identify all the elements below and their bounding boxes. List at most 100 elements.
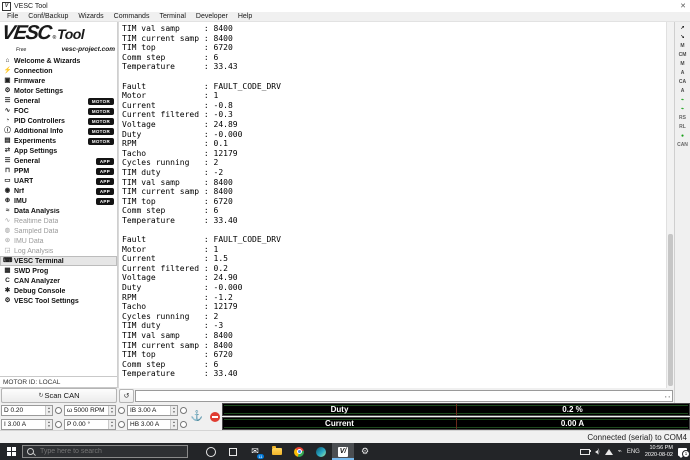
wifi-icon[interactable] [605,449,613,455]
value-spinbox[interactable]: IB 3.00 A ▲▼ [127,405,178,416]
sidebar-item[interactable]: ⇄ App Settings [0,146,117,156]
cortana-button[interactable] [200,443,222,460]
chrome-button[interactable] [288,443,310,460]
sidebar-item-label: Debug Console [14,288,65,295]
battery-icon[interactable] [580,449,590,455]
menu-item[interactable]: Wizards [73,13,108,20]
sidebar-item[interactable]: ⚙ Motor Settings [0,86,117,96]
toolbar-button[interactable]: ● [676,132,689,141]
spinner-arrows-icon[interactable]: ▲▼ [170,406,177,415]
mode-radio[interactable] [180,407,187,414]
sidebar-item[interactable]: ≈ Data Analysis [0,206,117,216]
terminal-line: Tacho : 12179 [122,302,664,312]
scan-can-button[interactable]: ↻ Scan CAN [1,388,117,403]
sidebar-item[interactable]: ⊛ IMU Data [0,236,117,246]
search-input[interactable] [38,447,183,456]
task-view-button[interactable] [222,443,244,460]
sidebar-item[interactable]: ▭ UART APP [0,176,117,186]
sidebar-item[interactable]: ☰ General MOTOR [0,96,117,106]
vesc-tool-taskbar-button[interactable]: V/ [332,443,354,460]
close-icon[interactable]: ✕ [680,2,686,10]
spinner-arrows-icon[interactable]: ▲▼ [170,420,177,429]
sidebar-item[interactable]: ⌂ Welcome & Wizards [0,56,117,66]
sidebar-item[interactable]: C CAN Analyzer [0,276,117,286]
taskbar-clock[interactable]: 10:56 PM 2020-08-02 [645,445,673,458]
anchor-icon[interactable]: ⚓ [190,406,204,428]
language-indicator[interactable]: ENG [627,449,640,455]
menu-item[interactable]: Terminal [154,13,190,20]
spinner-arrows-icon[interactable]: ▲▼ [108,406,115,415]
sidebar-item[interactable]: ☰ General APP [0,156,117,166]
terminal-line: TIM current samp : 8400 [122,341,664,351]
sidebar-item[interactable]: ▦ SWD Prog [0,266,117,276]
toolbar-button[interactable]: M [676,42,689,51]
value-spinbox[interactable]: HB 3.00 A ▲▼ [127,419,178,430]
sidebar-item[interactable]: ◍ Sampled Data [0,226,117,236]
sidebar-item-icon: ◔ [3,118,12,125]
mode-radio[interactable] [118,407,125,414]
speaker-icon[interactable]: ) [595,449,600,455]
menu-item[interactable]: Help [233,13,257,20]
terminal-line: Current filtered : 0.2 [122,264,664,274]
start-button[interactable] [0,443,22,460]
terminal-output[interactable]: TIM val samp : 8400TIM current samp : 84… [118,22,674,388]
toolbar-button[interactable]: M [676,60,689,69]
value-spinbox[interactable]: ω 5000 RPM ▲▼ [64,405,116,416]
sidebar-item[interactable]: ▣ Firmware [0,76,117,86]
sidebar-item[interactable]: ◉ Nrf APP [0,186,117,196]
sidebar-item[interactable]: ◲ Log Analysis [0,246,117,256]
sidebar-item[interactable]: ⊕ IMU APP [0,196,117,206]
mode-radio[interactable] [55,421,62,428]
toolbar-button[interactable]: A [676,69,689,78]
value-spinbox[interactable]: P 0.00 ° ▲▼ [64,419,116,430]
sidebar-item[interactable]: ⌨ VESC Terminal [0,256,117,266]
toolbar-button[interactable]: ↘ [676,33,689,42]
sidebar-item[interactable]: ∿ Realtime Data [0,216,117,226]
edge-button[interactable] [310,443,332,460]
menu-item[interactable]: Developer [191,13,233,20]
toolbar-button[interactable]: CAN [676,141,689,150]
file-explorer-button[interactable] [266,443,288,460]
stop-button[interactable] [208,406,222,428]
scrollbar-thumb[interactable] [668,234,673,386]
taskbar-search[interactable] [22,445,188,458]
sidebar-item[interactable]: ⊓ PPM APP [0,166,117,176]
terminal-scrollbar[interactable] [666,22,674,388]
toolbar-button[interactable]: ↗ [676,24,689,33]
toolbar-button[interactable]: ⌁ [676,96,689,105]
serial-icon[interactable]: ⌁ [618,448,622,455]
mode-radio[interactable] [180,421,187,428]
notification-icon[interactable]: 1 [678,448,687,456]
spinner-arrows-icon[interactable]: ▲▼ [108,420,115,429]
menu-item[interactable]: Conf/Backup [23,13,73,20]
value-spinbox[interactable]: I 3.00 A ▲▼ [1,419,53,430]
sidebar-item[interactable]: ⚙ VESC Tool Settings [0,296,117,306]
spinner-arrows-icon[interactable]: ▲▼ [45,420,52,429]
value-spinbox[interactable]: D 0.20 ▲▼ [1,405,53,416]
toolbar-button[interactable]: RL [676,123,689,132]
sidebar-item[interactable]: ⚡ Connection [0,66,117,76]
sidebar-item-label: Sampled Data [14,228,58,235]
spinner-arrows-icon[interactable]: ▲▼ [45,406,52,415]
sidebar-item[interactable]: ✱ Debug Console [0,286,117,296]
toolbar-button[interactable]: RS [676,114,689,123]
toolbar-button[interactable]: A [676,87,689,96]
mail-button[interactable]: ✉ 11 [244,443,266,460]
menu-item[interactable]: File [2,13,23,20]
history-button[interactable]: ↺ [119,389,134,403]
settings-button[interactable]: ⚙ [354,443,376,460]
toolbar-button[interactable]: CM [676,51,689,60]
sidebar-item-icon: ∿ [3,108,12,115]
sidebar-item[interactable]: ∿ FOC MOTOR [0,106,117,116]
mode-radio[interactable] [55,407,62,414]
mode-radio[interactable] [118,421,125,428]
sidebar-item[interactable]: ◔ PID Controllers MOTOR [0,116,117,126]
sidebar-item[interactable]: ▤ Experiments MOTOR [0,136,117,146]
toolbar-button[interactable]: ⌁ [676,105,689,114]
sidebar-item[interactable]: ⓘ Additional Info MOTOR [0,126,117,136]
toolbar-button[interactable]: CA [676,78,689,87]
menu-item[interactable]: Commands [109,13,155,20]
taskbar: ✉ 11 V/ ⚙ ) ⌁ ENG 10:56 PM 2020-08-02 1 [0,443,690,460]
input-action-icons[interactable]: ▪▪ [665,394,670,399]
terminal-command-input[interactable] [135,390,673,402]
